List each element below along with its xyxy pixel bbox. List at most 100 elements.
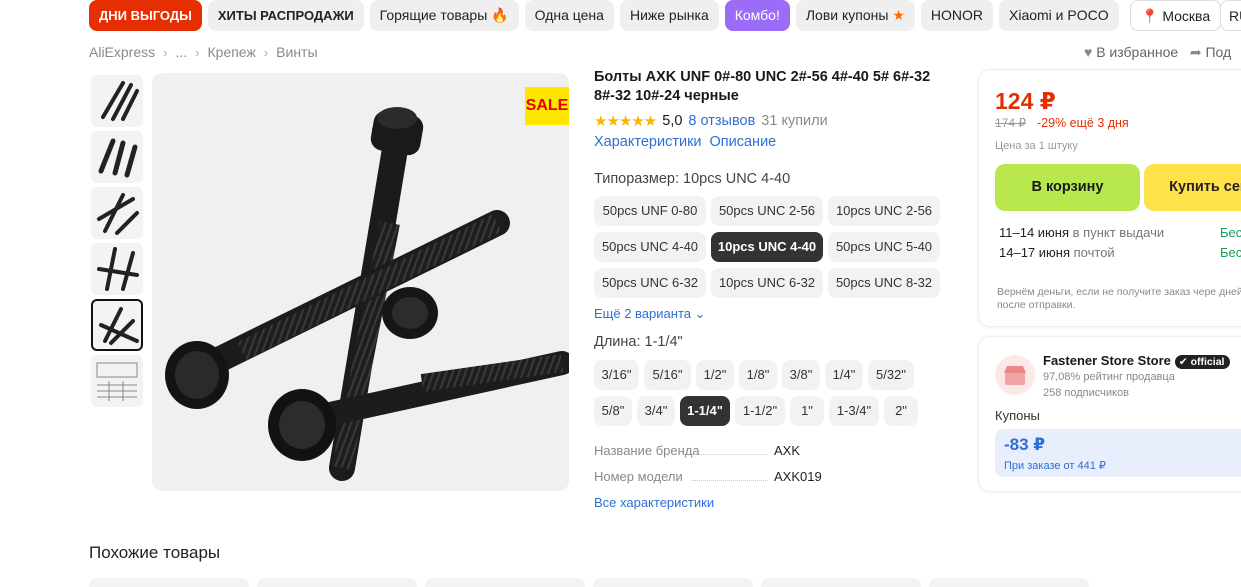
bolt-image-icon	[97, 193, 139, 235]
chip-combo[interactable]: Комбо!	[724, 0, 790, 31]
discount-label: -29% ещё 3 дня	[1037, 116, 1129, 130]
price: 124 ₽	[995, 88, 1056, 114]
all-specs-link[interactable]: Все характеристики	[594, 495, 714, 510]
delivery-cost: Бес	[1220, 245, 1241, 260]
fire-icon: 🔥	[491, 7, 509, 23]
coupon-amount: -83 ₽	[1004, 435, 1046, 454]
delivery-method: почтой	[1073, 245, 1115, 260]
length-option[interactable]: 3/4"	[637, 396, 675, 426]
thumbnail[interactable]	[91, 75, 143, 127]
size-option-selected[interactable]: 10pcs UNC 4-40	[711, 232, 823, 262]
location-button[interactable]: 📍 Москва	[1130, 0, 1222, 31]
size-option[interactable]: 50pcs UNC 6-32	[594, 268, 706, 298]
coupons-label: Купоны	[995, 408, 1040, 423]
star-icon: ★	[892, 7, 905, 23]
official-badge: ✔ official	[1174, 355, 1231, 369]
spec-row: Название бренда AXK	[594, 443, 824, 458]
store-rating: 97,08% рейтинг продавца	[1043, 371, 1175, 383]
chip-one-price[interactable]: Одна цена	[524, 0, 614, 31]
chip-deals-days[interactable]: ДНИ ВЫГОДЫ	[89, 0, 202, 31]
delivery-cost: Бес	[1220, 225, 1241, 240]
size-label: Типоразмер: 10pcs UNC 4-40	[594, 171, 791, 187]
rating-row: ★★★★★ 5,0 8 отзывов 31 купили	[594, 110, 964, 132]
product-actions: ♥ В избранное ➦ Под	[1084, 44, 1231, 61]
check-icon: ✔	[1178, 356, 1188, 368]
main-product-image[interactable]: SALE	[152, 73, 569, 491]
chip-sale-hits[interactable]: ХИТЫ РАСПРОДАЖИ	[207, 0, 364, 31]
similar-item[interactable]	[257, 578, 417, 587]
similar-item[interactable]	[89, 578, 249, 587]
tab-characteristics[interactable]: Характеристики	[594, 134, 702, 150]
spec-name: Номер модели	[594, 469, 683, 484]
official-badge-label: official	[1190, 356, 1225, 368]
reviews-link[interactable]: 8 отзывов	[688, 113, 755, 129]
size-option[interactable]: 50pcs UNF 0-80	[594, 196, 706, 226]
bolt-image-icon	[101, 81, 139, 121]
length-option[interactable]: 3/16"	[594, 360, 639, 390]
similar-item[interactable]	[761, 578, 921, 587]
length-option[interactable]: 3/8"	[782, 360, 820, 390]
size-option[interactable]: 10pcs UNC 6-32	[711, 268, 823, 298]
rating-stars-icon: ★★★★★	[594, 113, 657, 130]
language-button[interactable]: RU	[1220, 0, 1241, 31]
breadcrumb-ellipsis[interactable]: ...	[175, 44, 187, 60]
favorite-label: В избранное	[1096, 44, 1179, 60]
chip-below-market[interactable]: Ниже рынка	[619, 0, 719, 31]
thumbnail[interactable]	[91, 131, 143, 183]
store-name-label: Fastener Store Store	[1043, 353, 1171, 368]
length-option[interactable]: 5/8"	[594, 396, 632, 426]
length-option-selected[interactable]: 1-1/4"	[680, 396, 730, 426]
store-logo[interactable]	[995, 355, 1035, 395]
spec-row: Номер модели AXK019	[594, 469, 824, 484]
buy-now-button[interactable]: Купить сей	[1144, 164, 1241, 211]
similar-item[interactable]	[929, 578, 1089, 587]
thumbnail[interactable]	[91, 187, 143, 239]
similar-item[interactable]	[425, 578, 585, 587]
length-option[interactable]: 1/2"	[696, 360, 734, 390]
similar-item[interactable]	[593, 578, 753, 587]
chip-hot-items[interactable]: Горящие товары 🔥	[369, 0, 519, 31]
more-variants-link[interactable]: Ещё 2 варианта ⌄	[594, 306, 706, 322]
share-button[interactable]: ➦ Под	[1190, 44, 1231, 60]
size-option[interactable]: 50pcs UNC 2-56	[711, 196, 823, 226]
length-option[interactable]: 1-1/2"	[735, 396, 785, 426]
size-option[interactable]: 10pcs UNC 2-56	[828, 196, 940, 226]
product-title: Болты AXK UNF 0#-80 UNC 2#-56 4#-40 5# 6…	[594, 69, 931, 104]
store-icon	[1004, 366, 1026, 385]
size-option[interactable]: 50pcs UNC 4-40	[594, 232, 706, 262]
chevron-right-icon: ›	[263, 44, 269, 60]
chevron-right-icon: ›	[195, 44, 200, 60]
thumbnail-active[interactable]	[91, 299, 143, 351]
similar-list	[89, 578, 1089, 587]
breadcrumb-screws[interactable]: Винты	[276, 44, 317, 60]
favorite-button[interactable]: ♥ В избранное	[1084, 44, 1178, 60]
thumbnail[interactable]	[91, 355, 143, 407]
chip-xiaomi-poco[interactable]: Xiaomi и POCO	[999, 0, 1119, 31]
breadcrumb-aliexpress[interactable]: AliExpress	[89, 44, 155, 60]
length-option[interactable]: 1-3/4"	[829, 396, 879, 426]
chip-honor[interactable]: HONOR	[920, 0, 993, 31]
chip-hot-items-label: Горящие товары	[379, 7, 488, 23]
coupon-card[interactable]: -83 ₽ При заказе от 441 ₽	[995, 429, 1241, 477]
breadcrumb-fasteners[interactable]: Крепеж	[208, 44, 256, 60]
spec-dots	[692, 454, 768, 455]
length-option[interactable]: 1/8"	[739, 360, 777, 390]
delivery-option: 11–14 июня в пункт выдачи	[999, 225, 1164, 240]
delivery-date: 11–14 июня	[999, 225, 1070, 240]
length-option[interactable]: 1/4"	[825, 360, 863, 390]
spec-value: AXK	[774, 443, 801, 458]
store-name[interactable]: Fastener Store Store ✔ official	[1043, 353, 1231, 369]
location-pin-icon: 📍	[1141, 8, 1159, 24]
length-option[interactable]: 5/16"	[644, 360, 691, 390]
delivery-method: в пункт выдачи	[1072, 225, 1165, 240]
share-icon: ➦	[1189, 44, 1202, 60]
length-option[interactable]: 5/32"	[868, 360, 914, 390]
chip-catch-coupons[interactable]: Лови купоны ★	[795, 0, 915, 31]
length-option[interactable]: 1"	[790, 396, 824, 426]
size-option[interactable]: 50pcs UNC 5-40	[828, 232, 940, 262]
size-option[interactable]: 50pcs UNC 8-32	[828, 268, 940, 298]
length-option[interactable]: 2"	[884, 396, 918, 426]
thumbnail[interactable]	[91, 243, 143, 295]
tab-description[interactable]: Описание	[710, 134, 777, 150]
add-to-cart-button[interactable]: В корзину	[995, 164, 1140, 211]
